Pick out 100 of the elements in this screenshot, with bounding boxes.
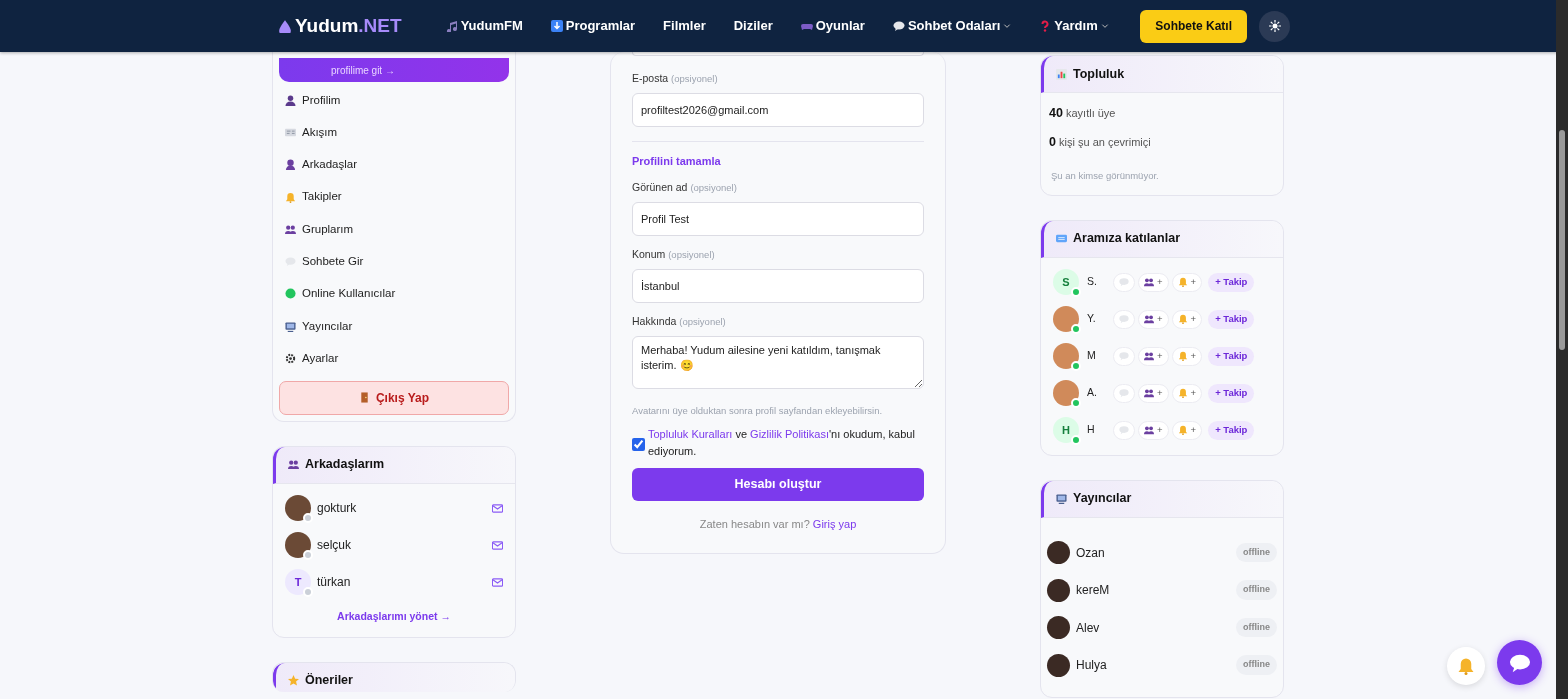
sidebar-item[interactable]: Ayarlar xyxy=(279,342,509,375)
people-icon xyxy=(1144,351,1154,362)
avatar-photo xyxy=(1047,653,1070,677)
avatar: T xyxy=(285,569,311,596)
message-button[interactable] xyxy=(492,539,503,551)
login-link[interactable]: Giriş yap xyxy=(812,517,857,530)
nav-link[interactable]: Filmler xyxy=(663,12,706,40)
status-badge: offline xyxy=(1236,580,1277,600)
notify-button[interactable]: + xyxy=(1171,309,1203,329)
message-button[interactable] xyxy=(492,576,503,588)
bell-icon xyxy=(1457,657,1475,676)
follow-button[interactable]: + Takip xyxy=(1208,346,1255,366)
card-title: Yayıncılar xyxy=(1073,490,1132,508)
profile-banner[interactable]: profilime git → xyxy=(279,58,509,82)
sidebar-item[interactable]: Sohbete Gir xyxy=(279,245,509,278)
speech-bubble-icon xyxy=(892,20,905,32)
sidebar-item[interactable]: Gruplarım xyxy=(279,213,509,246)
sidebar-item[interactable]: Takipler xyxy=(279,180,509,214)
person-icon xyxy=(285,159,296,171)
nav-link[interactable]: Sohbet Odaları xyxy=(892,12,1012,40)
input-field[interactable]: Profil Test xyxy=(632,202,924,236)
card-title: Topluluk xyxy=(1073,65,1125,83)
nav-link[interactable]: Oyunlar xyxy=(800,12,865,40)
notify-button[interactable]: + xyxy=(1171,346,1203,366)
avatar: S xyxy=(1053,269,1079,296)
chat-button[interactable] xyxy=(1497,640,1542,685)
member-name[interactable]: S. xyxy=(1087,274,1113,291)
sidebar-item[interactable]: Yayıncılar xyxy=(279,310,509,343)
droplet-icon xyxy=(278,19,292,33)
member-name[interactable]: M xyxy=(1087,348,1113,365)
sidebar-item[interactable]: Akışım xyxy=(279,116,509,149)
manage-friends-link[interactable]: Arkadaşlarımı yönet → xyxy=(337,609,451,622)
avatar-photo xyxy=(1047,578,1070,602)
door-icon xyxy=(358,392,370,404)
friend-name[interactable]: selçuk xyxy=(317,536,486,555)
add-friend-button[interactable]: + xyxy=(1138,346,1169,366)
card-title: Öneriler xyxy=(305,672,353,690)
avatar-photo xyxy=(1047,616,1070,639)
section-title: Profilini tamamla xyxy=(632,153,722,169)
status-badge: offline xyxy=(1236,655,1277,675)
bell-icon xyxy=(1177,314,1188,325)
sidebar-item[interactable]: Arkadaşlar xyxy=(279,148,509,181)
scrollbar[interactable] xyxy=(1556,0,1568,699)
hint-text: Avatarını üye olduktan sonra profil sayfandan ekleyebilirsin. xyxy=(632,403,884,418)
link[interactable]: Topluluk Kuralları xyxy=(648,427,733,440)
logout-button[interactable]: Çıkış Yap xyxy=(279,380,509,415)
people-icon xyxy=(1144,388,1154,399)
logo[interactable]: Yudum.NET xyxy=(278,11,402,41)
add-friend-button[interactable]: + xyxy=(1138,383,1169,403)
streamer-name[interactable]: Hulya xyxy=(1076,656,1230,674)
people-icon xyxy=(1144,425,1154,436)
member-name[interactable]: A. xyxy=(1087,385,1113,402)
join-chat-button[interactable]: Sohbete Katıl xyxy=(1140,9,1247,43)
envelope-icon xyxy=(492,539,503,551)
people-icon xyxy=(1144,277,1154,288)
speech-bubble-icon xyxy=(1119,277,1129,288)
text-area[interactable]: Merhaba! Yudum ailesine yeni katıldım, tanışmak isterim. 😊 xyxy=(632,335,924,389)
input-field[interactable]: İstanbul xyxy=(632,268,924,303)
streamer-name[interactable]: Alev xyxy=(1076,618,1230,637)
bell-icon xyxy=(1177,388,1188,399)
theme-toggle-button[interactable] xyxy=(1259,10,1290,42)
nav-link[interactable]: YudumFM xyxy=(445,12,523,40)
follow-button[interactable]: + Takip xyxy=(1208,309,1255,329)
add-friend-button[interactable]: + xyxy=(1138,272,1169,292)
empty-state-text: Şu an kimse görünmüyor. xyxy=(1051,168,1160,183)
add-friend-button[interactable]: + xyxy=(1138,420,1169,440)
speech-bubble-icon xyxy=(1119,425,1129,436)
input-field[interactable] xyxy=(632,52,924,56)
avatar: H xyxy=(1053,417,1079,444)
friend-name[interactable]: türkan xyxy=(317,573,486,592)
nav-link[interactable]: Diziler xyxy=(733,12,773,40)
bell-icon xyxy=(1177,277,1188,288)
message-button[interactable] xyxy=(492,502,503,514)
email-field[interactable]: profiltest2026@gmail.com xyxy=(632,92,924,127)
envelope-icon xyxy=(492,502,503,514)
notify-button[interactable]: + xyxy=(1171,272,1203,292)
card-title: Aramıza katılanlar xyxy=(1073,230,1180,248)
speech-bubble-icon xyxy=(1119,351,1129,362)
friend-name[interactable]: gokturk xyxy=(317,499,486,518)
speech-bubble-icon xyxy=(1119,388,1129,399)
streamer-name[interactable]: kereM xyxy=(1076,581,1230,599)
follow-button[interactable]: + Takip xyxy=(1208,272,1255,292)
sidebar-item[interactable]: Profilim xyxy=(279,84,509,117)
sidebar-item[interactable]: Online Kullanıcılar xyxy=(279,277,509,311)
nav-link[interactable]: Yardım xyxy=(1039,12,1109,40)
link[interactable]: Gizlilik Politikası xyxy=(750,427,829,440)
submit-button[interactable]: Hesabı oluştur xyxy=(632,467,924,501)
member-name[interactable]: Y. xyxy=(1087,311,1113,328)
envelope-icon xyxy=(492,576,503,588)
member-name[interactable]: H xyxy=(1087,422,1113,439)
follow-button[interactable]: + Takip xyxy=(1208,383,1255,403)
notify-button[interactable]: + xyxy=(1171,383,1203,403)
nav-link[interactable]: Programlar xyxy=(550,12,636,40)
bell-icon xyxy=(1177,425,1188,436)
newspaper-icon xyxy=(285,126,296,138)
stat-text: 0 kişi şu an çevrimiçi xyxy=(1048,133,1152,151)
follow-button[interactable]: + Takip xyxy=(1208,420,1255,440)
streamer-name[interactable]: Ozan xyxy=(1076,543,1230,562)
notify-button[interactable]: + xyxy=(1171,420,1203,440)
add-friend-button[interactable]: + xyxy=(1138,309,1169,329)
